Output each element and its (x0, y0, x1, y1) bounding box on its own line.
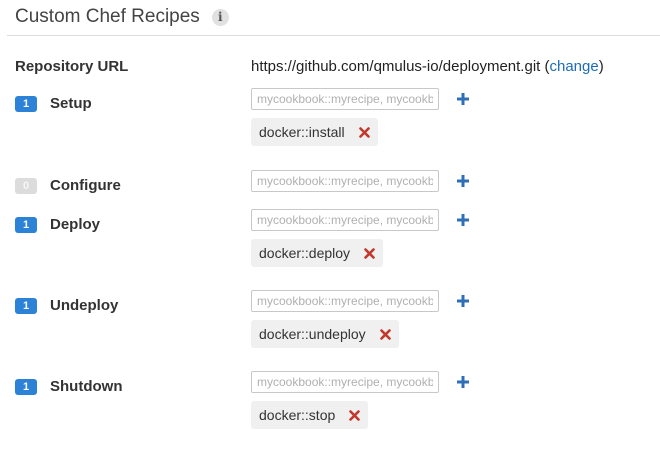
section-title: Custom Chef Recipes (15, 6, 200, 27)
recipe-count-badge: 1 (15, 217, 37, 233)
add-configure-recipe-plus-icon[interactable] (457, 175, 469, 187)
configure-recipe-input[interactable] (251, 170, 439, 192)
remove-recipe-icon[interactable] (349, 409, 361, 421)
recipe-tag-undeploy: docker::undeploy (251, 320, 399, 348)
recipe-tag-label: docker::deploy (259, 245, 351, 261)
recipe-count-badge: 1 (15, 96, 37, 112)
remove-recipe-icon[interactable] (358, 126, 370, 138)
paren-close: ) (598, 58, 604, 75)
add-undeploy-recipe-plus-icon[interactable] (457, 295, 469, 307)
repository-url-label: Repository URL (15, 58, 129, 75)
recipe-tag-deploy: docker::deploy (251, 239, 384, 267)
add-setup-recipe-plus-icon[interactable] (457, 93, 469, 105)
repository-row: Repository URL https://github.com/qmulus… (15, 58, 645, 78)
recipe-count-badge: 1 (15, 379, 37, 395)
repository-url-value: https://github.com/qmulus-io/deployment.… (251, 58, 604, 75)
recipe-tag-label: docker::install (259, 124, 345, 140)
lifecycle-label-undeploy: Undeploy (50, 297, 119, 314)
recipe-tag-label: docker::undeploy (259, 326, 366, 342)
info-icon[interactable]: i (211, 8, 229, 26)
undeploy-recipe-input[interactable] (251, 290, 439, 312)
remove-recipe-icon[interactable] (379, 328, 391, 340)
recipe-tag-label: docker::stop (259, 407, 336, 423)
lifecycle-label-shutdown: Shutdown (50, 378, 123, 395)
recipe-count-badge: 1 (15, 298, 37, 314)
remove-recipe-icon[interactable] (364, 247, 375, 259)
add-shutdown-recipe-plus-icon[interactable] (457, 376, 469, 388)
repository-url-text: https://github.com/qmulus-io/deployment.… (251, 58, 541, 75)
add-deploy-recipe-plus-icon[interactable] (457, 214, 469, 226)
deploy-recipe-input[interactable] (251, 209, 439, 231)
section-header: Custom Chef Recipes i (15, 4, 229, 30)
recipe-tag-setup: docker::install (251, 118, 378, 146)
setup-recipe-input[interactable] (251, 88, 439, 110)
lifecycle-label-configure: Configure (50, 177, 121, 194)
change-link[interactable]: change (550, 58, 599, 75)
shutdown-recipe-input[interactable] (251, 371, 439, 393)
recipe-tag-shutdown: docker::stop (251, 401, 369, 429)
lifecycle-label-setup: Setup (50, 95, 92, 112)
recipe-count-badge: 0 (15, 178, 37, 194)
paren-open: ( (540, 58, 550, 75)
header-divider (7, 35, 660, 36)
lifecycle-label-deploy: Deploy (50, 216, 101, 233)
